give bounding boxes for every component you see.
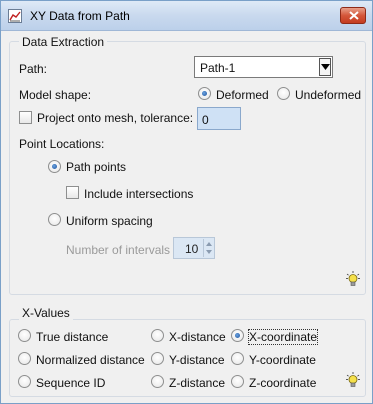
window-title: XY Data from Path bbox=[30, 9, 130, 23]
path-select-value: Path-1 bbox=[200, 61, 236, 75]
data-extraction-title: Data Extraction bbox=[19, 35, 108, 49]
x-coordinate-radio[interactable] bbox=[231, 329, 244, 342]
true-distance-label[interactable]: True distance bbox=[36, 330, 108, 344]
dialog-window: XY Data from Path Data Extraction Path: … bbox=[0, 0, 373, 404]
close-icon bbox=[349, 11, 359, 20]
chevron-down-icon bbox=[321, 64, 330, 70]
spinner-buttons[interactable] bbox=[203, 239, 213, 257]
y-distance-label[interactable]: Y-distance bbox=[169, 353, 225, 367]
lightbulb-icon[interactable] bbox=[346, 372, 360, 388]
chevron-up-icon[interactable] bbox=[206, 242, 212, 246]
path-points-label[interactable]: Path points bbox=[66, 160, 126, 174]
x-values-title: X-Values bbox=[19, 306, 73, 320]
normalized-distance-label[interactable]: Normalized distance bbox=[36, 353, 145, 367]
uniform-spacing-radio[interactable] bbox=[48, 213, 61, 226]
y-distance-radio[interactable] bbox=[151, 352, 164, 365]
include-intersections-checkbox[interactable] bbox=[66, 186, 79, 199]
project-onto-mesh-label[interactable]: Project onto mesh, tolerance: bbox=[37, 111, 193, 125]
x-distance-label[interactable]: X-distance bbox=[169, 330, 226, 344]
path-points-radio[interactable] bbox=[48, 160, 61, 173]
x-coordinate-label[interactable]: X-coordinate bbox=[247, 329, 319, 345]
xy-plot-icon bbox=[8, 9, 22, 23]
sequence-id-label[interactable]: Sequence ID bbox=[36, 376, 105, 390]
z-distance-label[interactable]: Z-distance bbox=[169, 376, 225, 390]
normalized-distance-radio[interactable] bbox=[18, 352, 31, 365]
chevron-down-icon[interactable] bbox=[206, 250, 212, 254]
sequence-id-radio[interactable] bbox=[18, 375, 31, 388]
project-onto-mesh-checkbox[interactable] bbox=[19, 111, 32, 124]
include-intersections-label[interactable]: Include intersections bbox=[84, 187, 193, 201]
x-distance-radio[interactable] bbox=[151, 329, 164, 342]
undeformed-radio[interactable] bbox=[277, 87, 290, 100]
deformed-label[interactable]: Deformed bbox=[216, 88, 269, 102]
z-distance-radio[interactable] bbox=[151, 375, 164, 388]
lightbulb-icon[interactable] bbox=[346, 271, 360, 287]
path-label: Path: bbox=[19, 62, 48, 76]
uniform-spacing-label[interactable]: Uniform spacing bbox=[66, 214, 153, 228]
number-of-intervals-spinner[interactable]: 10 bbox=[173, 237, 215, 259]
point-locations-label: Point Locations: bbox=[19, 137, 105, 151]
title-bar[interactable]: XY Data from Path bbox=[1, 1, 372, 31]
true-distance-radio[interactable] bbox=[18, 329, 31, 342]
y-coordinate-label[interactable]: Y-coordinate bbox=[249, 353, 316, 367]
tolerance-input[interactable]: 0 bbox=[197, 107, 241, 130]
deformed-radio[interactable] bbox=[198, 87, 211, 100]
model-shape-label: Model shape: bbox=[19, 88, 92, 102]
undeformed-label[interactable]: Undeformed bbox=[295, 88, 361, 102]
path-select-dropdown-button[interactable] bbox=[319, 58, 331, 76]
number-of-intervals-value: 10 bbox=[185, 242, 199, 256]
path-select[interactable]: Path-1 bbox=[194, 56, 333, 78]
number-of-intervals-label: Number of intervals bbox=[66, 243, 171, 257]
close-button[interactable] bbox=[340, 7, 366, 24]
z-coordinate-label[interactable]: Z-coordinate bbox=[249, 376, 316, 390]
z-coordinate-radio[interactable] bbox=[231, 375, 244, 388]
y-coordinate-radio[interactable] bbox=[231, 352, 244, 365]
